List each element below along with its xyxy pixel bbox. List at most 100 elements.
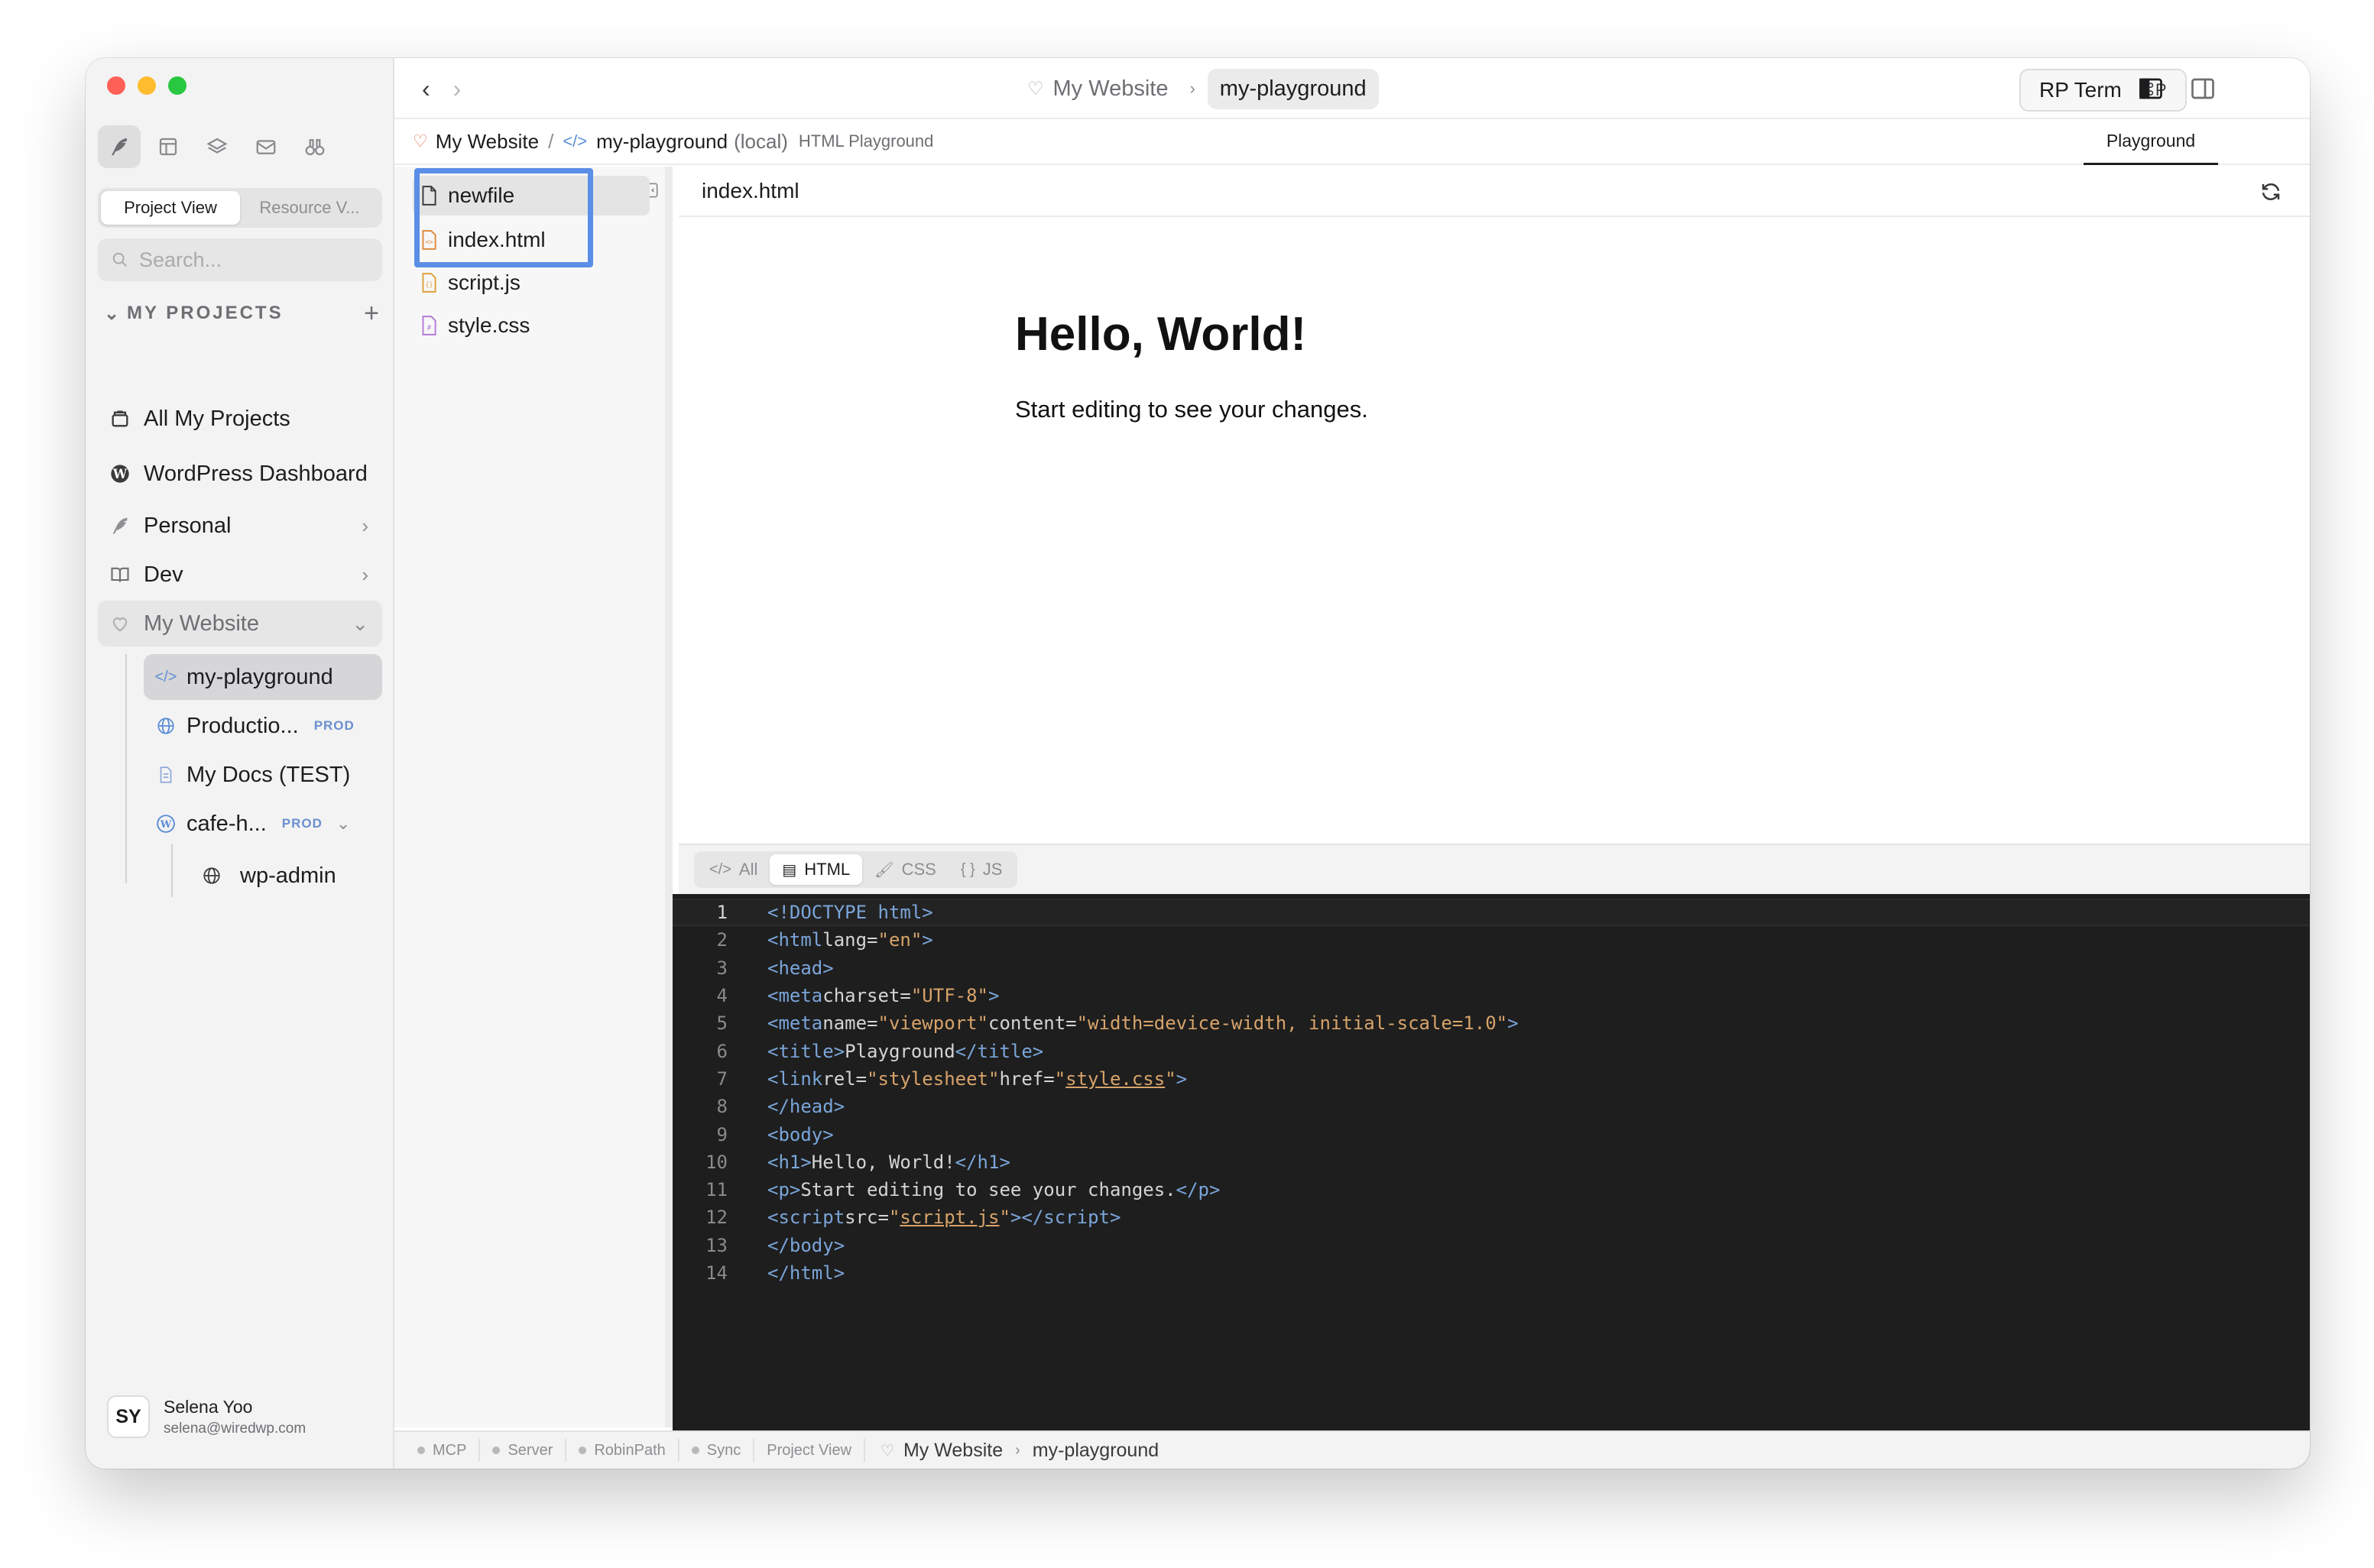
document-icon: ▤ bbox=[782, 861, 797, 879]
heart-icon bbox=[107, 611, 133, 637]
sidebar-item-all-projects[interactable]: All My Projects bbox=[98, 396, 382, 442]
binoculars-icon[interactable] bbox=[294, 125, 336, 168]
sidebar-item-wp-admin[interactable]: wp-admin bbox=[190, 853, 382, 899]
minimize-window-button[interactable] bbox=[138, 76, 156, 95]
svg-text:W: W bbox=[160, 819, 172, 831]
chevron-down-icon[interactable]: ⌄ bbox=[104, 303, 119, 325]
status-crumb-parent[interactable]: My Website bbox=[903, 1440, 1003, 1462]
code-editor[interactable]: 1 <!DOCTYPE html> 2 <html lang = "en" > 3 <hea… bbox=[673, 894, 2310, 1469]
toggle-right-pane-icon[interactable] bbox=[2189, 75, 2217, 102]
user-email: selena@wiredwp.com bbox=[164, 1420, 306, 1437]
code-line: 9 <body> bbox=[716, 1123, 834, 1145]
chevron-right-icon: › bbox=[362, 513, 368, 537]
zoom-window-button[interactable] bbox=[168, 76, 186, 95]
sidebar-item-label: my-playground bbox=[186, 664, 333, 689]
book-icon bbox=[107, 562, 133, 588]
user-name: Selena Yoo bbox=[164, 1396, 253, 1417]
chevron-down-icon[interactable]: ⌄ bbox=[336, 814, 350, 834]
status-mcp[interactable]: MCP bbox=[405, 1439, 481, 1462]
tab-js[interactable]: { } JS bbox=[949, 854, 1015, 885]
search-icon bbox=[112, 252, 127, 267]
code-line: 4 <meta charset = "UTF-8" > bbox=[716, 985, 1000, 1007]
chevron-right-icon: › bbox=[362, 562, 368, 586]
refresh-icon[interactable] bbox=[2259, 180, 2282, 203]
tab-resource-view[interactable]: Resource V... bbox=[240, 191, 379, 225]
code-line: 8 </head> bbox=[716, 1096, 845, 1118]
crumb-parent[interactable]: My Website bbox=[1053, 76, 1169, 102]
preview-header: index.html bbox=[679, 167, 2310, 217]
status-dot bbox=[691, 1447, 699, 1454]
status-dot bbox=[579, 1447, 587, 1454]
code-line: 13 </body> bbox=[705, 1234, 845, 1256]
code-line: 6 <title> Playground </title> bbox=[716, 1040, 1044, 1062]
status-server[interactable]: Server bbox=[480, 1439, 567, 1462]
sidebar-item-my-playground[interactable]: </> my-playground bbox=[144, 654, 382, 700]
svg-text:<>: <> bbox=[425, 238, 433, 246]
sidebar-item-cafe[interactable]: W cafe-h... PROD ⌄ bbox=[144, 801, 382, 847]
sidebar-item-my-docs[interactable]: My Docs (TEST) bbox=[144, 752, 382, 798]
svg-text:{}: {} bbox=[425, 281, 433, 289]
status-project-view[interactable]: Project View bbox=[754, 1439, 866, 1462]
preview-paragraph: Start editing to see your changes. bbox=[1015, 396, 1368, 423]
sidebar-item-wordpress-dashboard[interactable]: W WordPress Dashboard bbox=[98, 451, 382, 497]
prod-badge: PROD bbox=[313, 718, 355, 733]
sidebar-item-dev[interactable]: Dev › bbox=[98, 552, 382, 598]
status-robinpath[interactable]: RobinPath bbox=[566, 1439, 679, 1462]
mail-icon[interactable] bbox=[245, 125, 287, 168]
layout-icon[interactable] bbox=[147, 125, 190, 168]
toggle-left-pane-icon[interactable] bbox=[2137, 75, 2165, 102]
tab-all[interactable]: </> All bbox=[697, 854, 770, 885]
rp-term-label: RP Term bbox=[2039, 78, 2122, 102]
html-file-icon: <> bbox=[422, 230, 436, 250]
file-script-js[interactable]: {} script.js bbox=[413, 263, 650, 303]
braces-icon: { } bbox=[960, 860, 975, 878]
search-input[interactable]: Search... bbox=[98, 238, 382, 281]
svg-text:#: # bbox=[427, 324, 432, 332]
crumb-current[interactable]: my-playground bbox=[1207, 68, 1379, 109]
wordpress-icon: W bbox=[154, 812, 177, 835]
forward-button[interactable]: › bbox=[453, 75, 462, 103]
preview-heading: Hello, World! bbox=[1015, 308, 1307, 361]
file-rename-row[interactable] bbox=[413, 176, 650, 215]
crumb-project[interactable]: my-playground bbox=[596, 130, 728, 154]
sidebar-item-label: wp-admin bbox=[240, 863, 336, 888]
window-controls bbox=[107, 76, 186, 95]
status-crumb-current[interactable]: my-playground bbox=[1033, 1440, 1159, 1462]
sidebar-item-production[interactable]: Productio... PROD bbox=[144, 703, 382, 749]
brush-icon: 🖌 bbox=[874, 861, 894, 879]
editor-tabs: </> All ▤ HTML 🖌 CSS { } JS bbox=[679, 844, 2310, 894]
tab-css[interactable]: 🖌 CSS bbox=[862, 854, 949, 885]
tab-label: HTML bbox=[804, 860, 851, 879]
crumb-root[interactable]: My Website bbox=[436, 130, 539, 154]
tab-html[interactable]: ▤ HTML bbox=[770, 854, 863, 885]
file-name: index.html bbox=[448, 228, 546, 251]
heart-icon: ♡ bbox=[881, 1442, 894, 1459]
file-style-css[interactable]: # style.css bbox=[413, 306, 650, 345]
layers-icon[interactable] bbox=[196, 125, 238, 168]
avatar: SY bbox=[107, 1395, 150, 1438]
close-window-button[interactable] bbox=[107, 76, 125, 95]
tab-label: CSS bbox=[901, 860, 936, 879]
back-button[interactable]: ‹ bbox=[422, 75, 430, 103]
tab-project-view[interactable]: Project View bbox=[101, 191, 240, 225]
feather-icon[interactable] bbox=[98, 125, 141, 168]
sidebar-item-my-website[interactable]: My Website ⌄ bbox=[98, 601, 382, 646]
sidebar-item-personal[interactable]: Personal › bbox=[98, 503, 382, 549]
file-index-html[interactable]: <> index.html bbox=[413, 220, 650, 260]
chevron-right-icon: › bbox=[1189, 79, 1195, 98]
sidebar: Project View Resource V... Search... ⌄ M… bbox=[86, 58, 394, 1469]
js-file-icon: {} bbox=[422, 273, 436, 293]
breadcrumb: ♡ My Website / </> my-playground (local)… bbox=[394, 119, 2310, 165]
tab-playground[interactable]: Playground bbox=[2084, 119, 2218, 165]
add-project-button[interactable]: + bbox=[364, 299, 379, 329]
css-file-icon: # bbox=[422, 316, 436, 335]
rename-input[interactable] bbox=[448, 183, 616, 208]
file-name: script.js bbox=[448, 271, 521, 294]
heart-icon: ♡ bbox=[1027, 78, 1044, 99]
code-icon: </> bbox=[709, 860, 731, 878]
status-sync[interactable]: Sync bbox=[679, 1439, 755, 1462]
sidebar-item-label: WordPress Dashboard bbox=[144, 461, 368, 486]
section-title: MY PROJECTS bbox=[127, 303, 284, 323]
sidebar-toolbar bbox=[98, 125, 336, 168]
user-profile[interactable]: SY Selena Yoo selena@wiredwp.com bbox=[107, 1395, 306, 1438]
